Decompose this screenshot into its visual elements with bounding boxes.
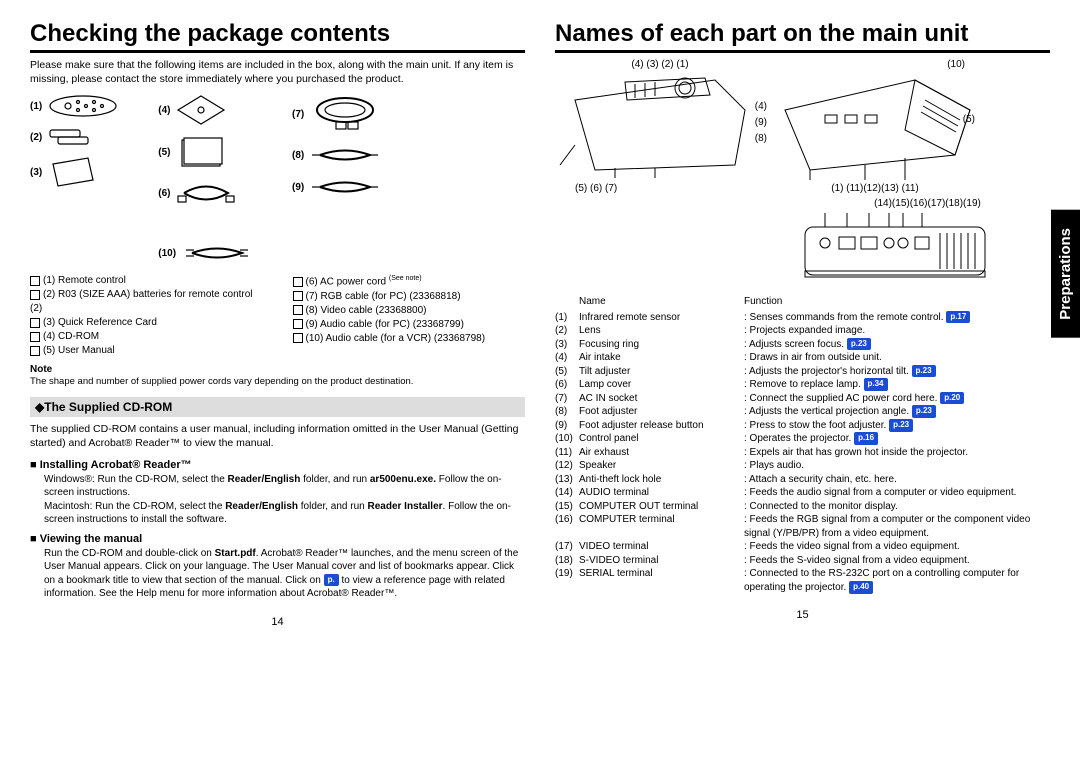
- part-row: (6)Lamp cover: Remove to replace lamp. p…: [555, 378, 1050, 392]
- remote-icon: [48, 94, 118, 118]
- part-row: (13)Anti-theft lock hole: Attach a secur…: [555, 473, 1050, 487]
- view-text: Run the CD-ROM and double-click on Start…: [44, 547, 525, 601]
- note-text: The shape and number of supplied power c…: [30, 376, 525, 387]
- projector-rear-iso-icon: [775, 70, 975, 180]
- page-ref[interactable]: p.23: [912, 405, 936, 418]
- part-row: (17)VIDEO terminal: Feeds the video sign…: [555, 540, 1050, 554]
- part-row: (11)Air exhaust: Expels air that has gro…: [555, 446, 1050, 460]
- manual-icon: [176, 136, 226, 168]
- diagram-row-2: (14)(15)(16)(17)(18)(19): [795, 198, 1050, 290]
- install-text: Windows®: Run the CD-ROM, select the Rea…: [44, 473, 525, 527]
- page-ref[interactable]: p.23: [912, 365, 936, 378]
- projector-rear-panel-icon: [795, 209, 995, 287]
- package-illustrations: (1) (2) (3) (4) (5) (6) (10) (7) (8) (9): [30, 94, 525, 264]
- audio-pc-cable-icon: [310, 176, 380, 198]
- part-row: (8)Foot adjuster: Adjusts the vertical p…: [555, 405, 1050, 419]
- ac-cord-icon: [176, 178, 236, 208]
- left-title: Checking the package contents: [30, 20, 525, 53]
- part-row: (10)Control panel: Operates the projecto…: [555, 432, 1050, 446]
- page-ref[interactable]: p.23: [847, 338, 871, 351]
- note-heading: Note: [30, 364, 525, 375]
- rgb-cable-icon: [310, 94, 380, 134]
- part-row: (9)Foot adjuster release button: Press t…: [555, 419, 1050, 433]
- th-func: Function: [744, 295, 1050, 309]
- part-row: (15)COMPUTER OUT terminal: Connected to …: [555, 500, 1050, 514]
- part-row: (7)AC IN socket: Connect the supplied AC…: [555, 392, 1050, 406]
- part-row: (5)Tilt adjuster: Adjusts the projector'…: [555, 365, 1050, 379]
- page-ref[interactable]: p.40: [849, 581, 873, 594]
- page-ref[interactable]: p.17: [946, 311, 970, 324]
- right-title: Names of each part on the main unit: [555, 20, 1050, 53]
- part-row: (3)Focusing ring: Adjusts screen focus. …: [555, 338, 1050, 352]
- package-list: (1) Remote control (2) R03 (SIZE AAA) ba…: [30, 274, 525, 358]
- left-page: Checking the package contents Please mak…: [30, 20, 525, 628]
- left-page-number: 14: [30, 616, 525, 628]
- right-page: Names of each part on the main unit (4) …: [555, 20, 1050, 628]
- cdrom-icon: [176, 94, 226, 126]
- part-row: (1)Infrared remote sensor: Senses comman…: [555, 311, 1050, 325]
- diagram-row-1: (4) (3) (2) (1) (4) (9) (8) (5) (6) (7) …: [555, 59, 1050, 194]
- page-ref[interactable]: p.16: [854, 432, 878, 445]
- parts-table: Name Function (1)Infrared remote sensor:…: [555, 295, 1050, 594]
- part-row: (12)Speaker: Plays audio.: [555, 459, 1050, 473]
- part-row: (14)AUDIO terminal: Feeds the audio sign…: [555, 486, 1050, 500]
- batteries-icon: [48, 128, 98, 146]
- card-icon: [48, 156, 98, 188]
- part-row: (16)COMPUTER terminal: Feeds the RGB sig…: [555, 513, 1050, 540]
- right-page-number: 15: [555, 609, 1050, 621]
- intro-text: Please make sure that the following item…: [30, 59, 525, 86]
- part-row: (18)S-VIDEO terminal: Feeds the S-video …: [555, 554, 1050, 568]
- view-heading: Viewing the manual: [30, 533, 525, 545]
- cd-rom-heading: The Supplied CD-ROM: [30, 397, 525, 417]
- cd-rom-text: The supplied CD-ROM contains a user manu…: [30, 422, 525, 450]
- page-ref[interactable]: p.34: [864, 378, 888, 391]
- projector-top-icon: [555, 70, 765, 180]
- th-name: Name: [579, 295, 744, 309]
- page-ref[interactable]: p.20: [940, 392, 964, 405]
- part-row: (19)SERIAL terminal: Connected to the RS…: [555, 567, 1050, 594]
- install-heading: Installing Acrobat® Reader™: [30, 459, 525, 471]
- audio-vcr-cable-icon: [182, 242, 252, 264]
- part-row: (4)Air intake: Draws in air from outside…: [555, 351, 1050, 365]
- section-tab: Preparations: [1051, 210, 1080, 338]
- video-cable-icon: [310, 144, 380, 166]
- part-row: (2)Lens: Projects expanded image.: [555, 324, 1050, 338]
- page-ref[interactable]: p.23: [889, 419, 913, 432]
